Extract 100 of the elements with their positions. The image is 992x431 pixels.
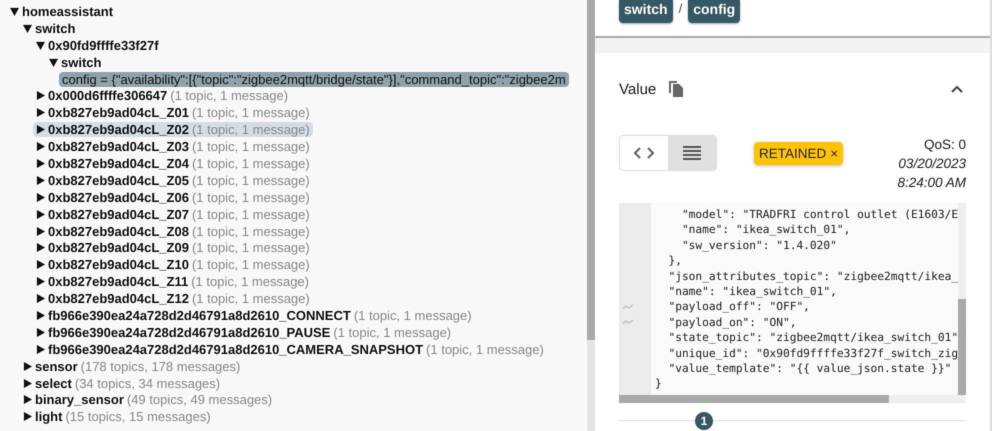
topic-summary: (49 topics, 49 messages) [126,392,272,408]
topic-name: 0xb827eb9ad04cL_Z02 [48,122,189,138]
topic-name: switch [35,20,76,36]
topic-summary: (1 topic, 1 message) [192,105,310,120]
collapsed-caret-icon[interactable] [36,91,45,100]
collapsed-caret-icon[interactable] [36,210,45,219]
scrollbar[interactable] [587,0,595,431]
tree-node[interactable]: light (15 topics, 15 messages) [20,409,214,424]
chevron-up-icon[interactable] [951,85,963,93]
breadcrumb-chip[interactable]: switch [619,0,673,23]
topic-name: select [35,376,72,391]
topic-name: 0xb827eb9ad04cL_Z11 [48,274,188,290]
collapsed-caret-icon[interactable] [36,125,45,134]
tree-node[interactable]: 0xb827eb9ad04cL_Z06 (1 topic, 1 message) [33,190,313,205]
tree-node[interactable]: 0xb827eb9ad04cL_Z02 (1 topic, 1 message) [33,122,313,138]
collapsed-caret-icon[interactable] [36,226,45,236]
topic-name: fb966e390ea24a728d2d46791a8d2610_PAUSE [48,324,330,340]
topic-summary: (1 topic, 1 message) [170,88,288,104]
code-line: "name": "ikea_switch_01", [680,222,852,238]
tree-node[interactable]: homeassistant [7,4,116,19]
change-marker-icon [623,319,633,326]
change-marker-icon [623,304,633,310]
code-line: "value_template": "{{ value_json.state }}" [667,360,952,376]
retained-label: RETAINED [759,146,826,161]
vertical-scrollbar[interactable] [958,203,966,395]
tree-node[interactable]: select (34 topics, 34 messages) [20,376,224,391]
topic-summary: (1 topic, 1 message) [192,172,310,188]
topic-summary: (1 topic, 1 message) [192,206,310,222]
tree-node[interactable]: 0xb827eb9ad04cL_Z04 (1 topic, 1 message) [33,156,313,171]
expanded-caret-icon[interactable] [23,24,32,33]
topic-name: switch [61,54,102,70]
tree-node[interactable]: 0xb827eb9ad04cL_Z09 (1 topic, 1 message) [33,240,313,256]
topic-name: 0xb827eb9ad04cL_Z06 [48,190,189,205]
tree-node[interactable]: 0xb827eb9ad04cL_Z07 (1 topic, 1 message) [33,206,313,222]
topic-name: sensor [35,358,78,374]
topic-summary: (1 topic, 1 message) [192,240,310,256]
collapsed-caret-icon[interactable] [36,108,45,118]
topic-name: homeassistant [22,4,114,19]
tree-node[interactable]: 0xb827eb9ad04cL_Z08 (1 topic, 1 message) [33,224,313,239]
tree-node[interactable]: switch [20,20,78,36]
code-line: "json_attributes_topic": "zigbee2mqtt/ikea_ [667,268,960,284]
tree-node[interactable]: fb966e390ea24a728d2d46791a8d2610_CONNECT (1 topic, 1 message) [33,308,475,323]
topic-name: 0xb827eb9ad04cL_Z09 [48,240,189,256]
topic-summary: (1 topic, 1 message) [192,122,310,138]
topic-summary: (1 topic, 1 message) [192,139,310,154]
qos-label: QoS: 0 [924,136,966,154]
tree-node[interactable]: fb966e390ea24a728d2d46791a8d2610_PAUSE (1 topic, 1 message) [33,324,454,340]
collapsed-caret-icon[interactable] [23,378,32,388]
collapsed-caret-icon[interactable] [23,412,32,422]
code-line: } [654,376,663,392]
tree-node[interactable]: 0xb827eb9ad04cL_Z11 (1 topic, 1 message) [33,274,312,290]
horizontal-scrollbar[interactable] [619,395,965,403]
topic-summary: (15 topics, 15 messages) [65,409,211,424]
raw-view-button[interactable] [668,136,716,170]
tree-node[interactable]: 0xb827eb9ad04cL_Z10 (1 topic, 1 message) [33,257,313,272]
tree-node[interactable]: sensor (178 topics, 178 messages) [20,358,244,374]
collapsed-caret-icon[interactable] [36,328,45,337]
tree-node[interactable]: 0x000d6ffffe306647 (1 topic, 1 message) [33,88,292,104]
collapsed-caret-icon[interactable] [23,395,32,404]
tree-node[interactable]: fb966e390ea24a728d2d46791a8d2610_CAMERA_SNAPSHOT (1 topic, 1 message) [33,342,547,357]
lines-icon [683,146,701,160]
topic-summary: (1 topic, 1 message) [354,308,472,323]
tree-node[interactable]: 0xb827eb9ad04cL_Z01 (1 topic, 1 message) [33,105,313,120]
topic-summary: (1 topic, 1 message) [333,324,452,340]
topic-name: 0xb827eb9ad04cL_Z03 [48,139,189,154]
code-line: "sw_version": "1.4.020" [680,238,838,254]
tree-node[interactable]: 0xb827eb9ad04cL_Z12 (1 topic, 1 message) [33,291,313,306]
collapsed-caret-icon[interactable] [36,260,45,270]
topic-name: 0xb827eb9ad04cL_Z07 [48,206,189,222]
collapsed-caret-icon[interactable] [36,310,45,320]
collapsed-caret-icon[interactable] [36,142,45,152]
code-line: "payload_off": "OFF", [667,299,811,315]
collapsed-caret-icon[interactable] [36,277,45,286]
collapsed-caret-icon[interactable] [36,176,45,185]
topic-summary: (1 topic, 1 message) [191,274,309,290]
breadcrumb-separator: / [678,0,682,18]
expanded-caret-icon[interactable] [49,58,58,67]
topic-name: 0xb827eb9ad04cL_Z05 [48,172,189,188]
tree-node[interactable]: 0xb827eb9ad04cL_Z03 (1 topic, 1 message) [33,139,313,154]
collapsed-caret-icon[interactable] [36,344,45,354]
topic-name: 0xb827eb9ad04cL_Z08 [48,224,189,239]
code-editor[interactable] [619,203,966,403]
breadcrumb-chip[interactable]: config [688,0,740,23]
collapsed-caret-icon[interactable] [23,362,32,371]
message-date: 03/20/2023 [898,155,966,173]
topic-name: 0xb827eb9ad04cL_Z01 [48,105,189,120]
remove-button[interactable]: × [830,146,838,161]
copy-icon[interactable] [669,81,684,97]
expanded-caret-icon[interactable] [10,6,19,16]
collapsed-caret-icon[interactable] [36,243,45,252]
collapsed-caret-icon[interactable] [36,294,45,304]
tree-node[interactable]: 0xb827eb9ad04cL_Z05 (1 topic, 1 message) [33,172,313,188]
code-line: "model": "TRADFRI control outlet (E1603/E [680,207,960,222]
collapsed-caret-icon[interactable] [36,192,45,202]
topic-name: 0xb827eb9ad04cL_Z10 [48,257,189,272]
collapsed-caret-icon[interactable] [36,158,45,168]
tree-node[interactable]: switch [46,54,104,70]
tree-node[interactable]: binary_sensor (49 topics, 49 messages) [20,392,276,408]
topic-summary: (1 topic, 1 message) [192,224,310,239]
expanded-caret-icon[interactable] [36,40,45,50]
